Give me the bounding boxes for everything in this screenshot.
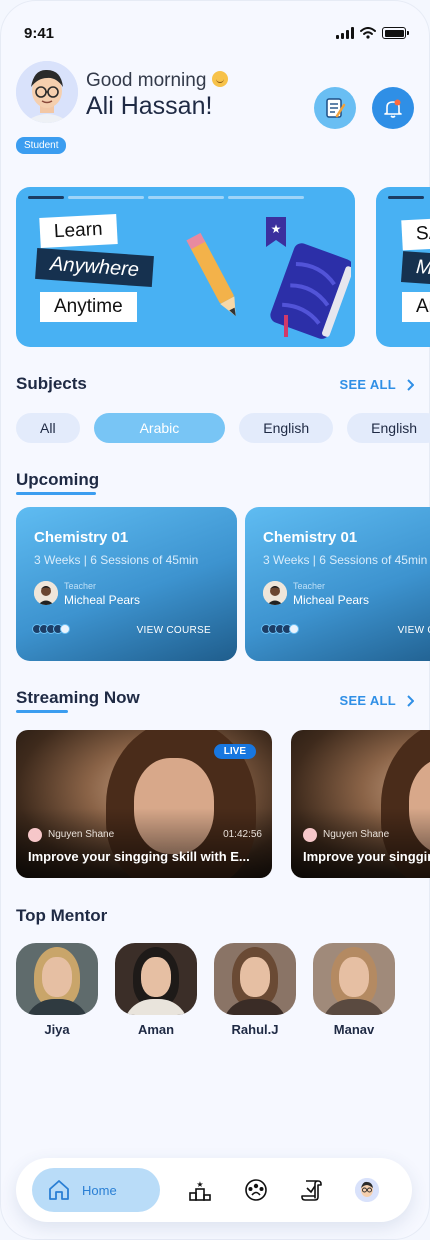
stream-title: Improve your singging skill with E... <box>303 849 430 864</box>
streaming-title: Streaming Now <box>16 688 140 707</box>
mentor-photo[interactable] <box>16 943 98 1015</box>
notifications-button[interactable] <box>372 87 414 129</box>
upcoming-title: Upcoming <box>16 470 100 489</box>
carousel-progress-next <box>388 196 424 199</box>
user-name: Ali Hassan! <box>86 92 213 120</box>
notepad-icon <box>326 98 346 118</box>
subjects-title: Subjects <box>16 374 87 393</box>
wifi-icon <box>360 27 376 39</box>
nav-home[interactable]: Home <box>32 1168 160 1212</box>
bottom-nav: Home ★ <box>16 1158 412 1222</box>
see-all-label: SEE ALL <box>339 693 396 708</box>
nav-certificate[interactable] <box>298 1176 326 1204</box>
community-icon <box>245 1179 267 1201</box>
subject-chips: All Arabic English English <box>16 413 430 443</box>
teacher-name: Micheal Pears <box>64 593 141 607</box>
stream-card[interactable]: LIVE Nguyen Shane 01:42:56 Improve your … <box>16 730 272 878</box>
user-avatar[interactable] <box>16 61 78 123</box>
teacher-avatar <box>263 581 287 605</box>
promo-banner-next[interactable]: SA Me An <box>376 187 430 347</box>
svg-text:★: ★ <box>271 222 282 236</box>
mentor-photo[interactable] <box>313 943 395 1015</box>
mentor-photo[interactable] <box>214 943 296 1015</box>
chip-english-2[interactable]: English <box>347 413 430 443</box>
status-bar: 9:41 <box>0 0 430 56</box>
greeting-text: Good morning <box>86 70 229 92</box>
certificate-icon <box>301 1180 322 1201</box>
course-title: Chemistry 01 <box>263 529 358 546</box>
banner-word-anywhere: Anywhere <box>35 247 154 288</box>
nav-community[interactable] <box>242 1176 270 1204</box>
svg-text:★: ★ <box>196 1180 203 1189</box>
streaming-see-all-link[interactable]: SEE ALL <box>339 693 414 708</box>
mentor-photo[interactable] <box>115 943 197 1015</box>
signal-icon <box>336 27 354 39</box>
greeting-label: Good morning <box>86 70 207 91</box>
stream-duration: 01:42:56 <box>223 829 262 840</box>
mentors-title: Top Mentor <box>16 906 108 925</box>
upcoming-underline <box>16 492 96 495</box>
status-icons <box>336 27 409 39</box>
course-schedule: 3 Weeks | 6 Sessions of 45min <box>34 553 199 567</box>
teacher-label: Teacher <box>293 581 326 591</box>
battery-icon <box>382 27 409 39</box>
chip-english[interactable]: English <box>239 413 334 443</box>
promo-banner[interactable]: Learn Anywhere Anytime ★ <box>16 187 355 347</box>
pencil-book-illustration: ★ <box>186 217 351 339</box>
subjects-see-all-link[interactable]: SEE ALL <box>339 377 414 392</box>
host-avatar <box>303 828 317 842</box>
stream-card[interactable]: Nguyen Shane Improve your singging skill… <box>291 730 430 878</box>
chevron-right-icon <box>407 378 414 391</box>
banner-word-anytime: Anytime <box>40 292 137 322</box>
banner-word-learn: Learn <box>39 214 118 248</box>
mentor-name: Aman <box>137 1022 175 1037</box>
carousel-progress <box>28 196 304 199</box>
banner-next-word-3: An <box>402 292 430 322</box>
course-card[interactable]: Chemistry 01 3 Weeks | 6 Sessions of 45m… <box>16 507 237 661</box>
teacher-label: Teacher <box>64 581 97 591</box>
status-time: 9:41 <box>24 25 55 42</box>
home-icon <box>49 1180 69 1200</box>
smile-emoji-icon <box>212 71 229 87</box>
banner-next-word-1: SA <box>401 217 430 251</box>
host-name: Nguyen Shane <box>323 829 390 840</box>
streaming-underline <box>16 710 68 713</box>
course-schedule: 3 Weeks | 6 Sessions of 45min <box>263 553 428 567</box>
stream-overlay <box>291 808 430 878</box>
see-all-label: SEE ALL <box>339 377 396 392</box>
chip-all[interactable]: All <box>16 413 80 443</box>
course-title: Chemistry 01 <box>34 529 129 546</box>
app-screen: 9:41 Student Good morning Ali Hassan! Le… <box>0 0 430 1240</box>
leaderboard-icon: ★ <box>189 1180 211 1201</box>
mentor-name: Jiya <box>44 1022 70 1037</box>
teacher-name: Micheal Pears <box>293 593 370 607</box>
host-name: Nguyen Shane <box>48 829 115 840</box>
live-badge: LIVE <box>213 744 256 759</box>
nav-home-label: Home <box>82 1182 117 1198</box>
notes-button[interactable] <box>314 87 356 129</box>
nav-leaderboard[interactable]: ★ <box>186 1176 214 1204</box>
stream-title: Improve your singging skill with E... <box>28 849 250 864</box>
stream-overlay <box>16 808 272 878</box>
role-badge: Student <box>16 137 67 154</box>
mentor-name: Manav <box>333 1022 375 1037</box>
course-card[interactable]: Chemistry 01 3 Weeks | 6 Sessions of 45m… <box>245 507 430 661</box>
nav-profile-avatar[interactable] <box>355 1178 379 1202</box>
teacher-avatar <box>34 581 58 605</box>
view-course-button[interactable]: VIEW COURSE <box>137 625 211 636</box>
mentor-name: Rahul.J <box>231 1022 279 1037</box>
attendee-avatars <box>32 624 70 634</box>
chevron-right-icon <box>407 694 414 707</box>
host-avatar <box>28 828 42 842</box>
chip-arabic[interactable]: Arabic <box>93 413 226 443</box>
banner-next-word-2: Me <box>400 251 430 286</box>
view-course-button[interactable]: VIEW COURSE <box>398 625 430 636</box>
attendee-avatars <box>261 624 299 634</box>
bell-icon <box>384 99 402 118</box>
